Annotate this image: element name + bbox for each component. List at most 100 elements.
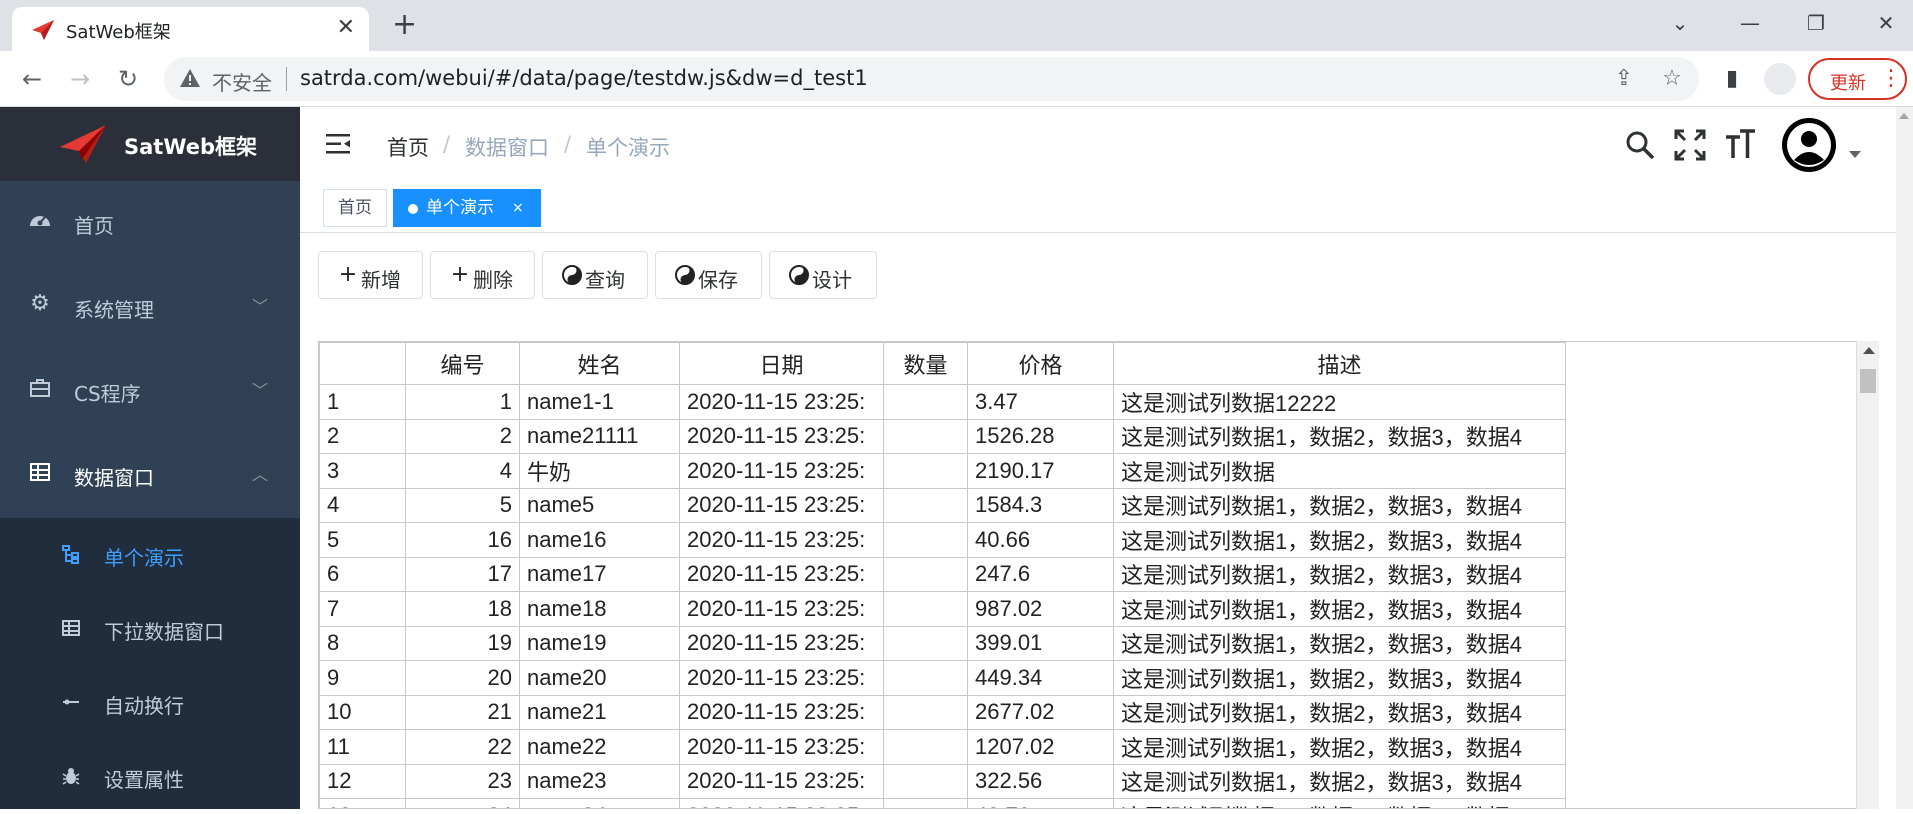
scroll-up-icon[interactable] bbox=[1863, 347, 1875, 354]
table-row[interactable]: 5 16 name16 2020-11-15 23:25: 40.66 这是测试列数据1，… bbox=[319, 522, 1566, 558]
table-cell[interactable]: 这是测试列数据 bbox=[1113, 453, 1566, 489]
profile-icon[interactable] bbox=[1764, 63, 1796, 95]
table-cell[interactable] bbox=[883, 418, 968, 454]
table-cell[interactable]: 2 bbox=[405, 418, 520, 454]
table-cell[interactable]: 2677.02 bbox=[967, 694, 1114, 730]
table-cell[interactable]: 2190.17 bbox=[967, 453, 1114, 489]
column-header[interactable]: 编号 bbox=[405, 342, 520, 385]
table-cell[interactable]: 这是测试列数据1，数据2，数据3，数据4 bbox=[1113, 763, 1566, 799]
table-cell[interactable]: 2020-11-15 23:25: bbox=[679, 798, 884, 808]
table-cell[interactable]: 2020-11-15 23:25: bbox=[679, 660, 884, 696]
table-cell[interactable] bbox=[883, 798, 968, 808]
table-cell[interactable]: 这是测试列数据1，数据2，数据3，数据4 bbox=[1113, 798, 1566, 808]
table-cell[interactable]: name5 bbox=[519, 487, 680, 523]
table-row[interactable]: 9 20 name20 2020-11-15 23:25: 449.34 这是测试列数据1… bbox=[319, 660, 1566, 696]
sidebar-subitem-set-properties[interactable]: 设置属性 bbox=[0, 740, 300, 814]
table-cell[interactable]: 2020-11-15 23:25: bbox=[679, 453, 884, 489]
side-panel-icon[interactable]: ▮ bbox=[1716, 63, 1748, 95]
browser-tab[interactable]: SatWeb框架 ✕ bbox=[12, 7, 369, 51]
table-cell[interactable]: 399.01 bbox=[967, 625, 1114, 661]
table-cell[interactable]: 24 bbox=[405, 798, 520, 808]
menu-fold-icon[interactable] bbox=[324, 131, 352, 157]
table-row[interactable]: 2 2 name21111 2020-11-15 23:25: 1526.28 这是测试列… bbox=[319, 418, 1566, 454]
table-cell[interactable]: 20 bbox=[405, 660, 520, 696]
table-cell[interactable]: 这是测试列数据1，数据2，数据3，数据4 bbox=[1113, 556, 1566, 592]
back-icon[interactable]: ← bbox=[14, 61, 50, 97]
table-cell[interactable]: 这是测试列数据1，数据2，数据3，数据4 bbox=[1113, 522, 1566, 558]
table-cell[interactable]: 这是测试列数据1，数据2，数据3，数据4 bbox=[1113, 625, 1566, 661]
table-cell[interactable] bbox=[883, 556, 968, 592]
table-cell[interactable] bbox=[883, 729, 968, 765]
table-cell[interactable]: name20 bbox=[519, 660, 680, 696]
table-cell[interactable]: 449.34 bbox=[967, 660, 1114, 696]
table-cell[interactable]: 2020-11-15 23:25: bbox=[679, 591, 884, 627]
grid-scrollbar[interactable] bbox=[1856, 341, 1879, 809]
table-row[interactable]: 1 1 name1-1 2020-11-15 23:25: 3.47 这是测试列数据122… bbox=[319, 384, 1566, 420]
window-close-icon[interactable]: ✕ bbox=[1866, 8, 1906, 38]
table-cell[interactable] bbox=[883, 522, 968, 558]
sidebar-item-home[interactable]: 首页 bbox=[0, 181, 300, 265]
table-row[interactable]: 12 23 name23 2020-11-15 23:25: 322.56 这是测试列数据… bbox=[319, 763, 1566, 799]
design-button[interactable]: 设计 bbox=[769, 251, 877, 299]
table-cell[interactable]: 这是测试列数据1，数据2，数据3，数据4 bbox=[1113, 660, 1566, 696]
table-cell[interactable] bbox=[883, 660, 968, 696]
minimize-icon[interactable]: — bbox=[1730, 8, 1770, 38]
table-cell[interactable]: 1526.28 bbox=[967, 418, 1114, 454]
table-cell[interactable]: name21 bbox=[519, 694, 680, 730]
column-header[interactable]: 描述 bbox=[1113, 342, 1566, 385]
table-cell[interactable]: 这是测试列数据1，数据2，数据3，数据4 bbox=[1113, 418, 1566, 454]
table-cell[interactable]: 19 bbox=[405, 625, 520, 661]
table-cell[interactable]: 2020-11-15 23:25: bbox=[679, 694, 884, 730]
table-row[interactable]: 11 22 name22 2020-11-15 23:25: 1207.02 这是测试列数… bbox=[319, 729, 1566, 765]
table-cell[interactable]: 2020-11-15 23:25: bbox=[679, 384, 884, 420]
table-cell[interactable]: name23 bbox=[519, 763, 680, 799]
table-cell[interactable]: 1207.02 bbox=[967, 729, 1114, 765]
sidebar-subitem-single-demo[interactable]: 单个演示 bbox=[0, 518, 300, 592]
tab-close-icon[interactable]: ✕ bbox=[337, 15, 355, 40]
table-row[interactable]: 6 17 name17 2020-11-15 23:25: 247.6 这是测试列数据1，… bbox=[319, 556, 1566, 592]
table-cell[interactable]: 这是测试列数据1，数据2，数据3，数据4 bbox=[1113, 487, 1566, 523]
table-cell[interactable] bbox=[883, 591, 968, 627]
table-cell[interactable]: 987.02 bbox=[967, 591, 1114, 627]
column-header[interactable]: 价格 bbox=[967, 342, 1114, 385]
fullscreen-icon[interactable] bbox=[1672, 127, 1708, 163]
table-cell[interactable]: 17 bbox=[405, 556, 520, 592]
breadcrumb-home[interactable]: 首页 bbox=[387, 132, 429, 162]
table-cell[interactable]: 21 bbox=[405, 694, 520, 730]
table-cell[interactable] bbox=[883, 694, 968, 730]
table-row[interactable]: 1324name242020-11-15 23:25: 40.76这是测试列数据1… bbox=[319, 798, 1566, 808]
sidebar-item-cs[interactable]: CS程序 ﹀ bbox=[0, 349, 300, 433]
table-cell[interactable]: 5 bbox=[405, 487, 520, 523]
table-cell[interactable]: 23 bbox=[405, 763, 520, 799]
table-row[interactable]: 10 21 name21 2020-11-15 23:25: 2677.02 这是测试列数… bbox=[319, 694, 1566, 730]
table-row[interactable]: 8 19 name19 2020-11-15 23:25: 399.01 这是测试列数据1… bbox=[319, 625, 1566, 661]
page-scrollbar[interactable] bbox=[1896, 107, 1913, 809]
table-cell[interactable] bbox=[883, 384, 968, 420]
reload-icon[interactable]: ↻ bbox=[110, 61, 146, 97]
url-text[interactable]: satrda.com/webui/#/data/page/testdw.js&d… bbox=[300, 66, 868, 90]
table-cell[interactable]: 这是测试列数据12222 bbox=[1113, 384, 1566, 420]
table-cell[interactable] bbox=[883, 487, 968, 523]
table-cell[interactable]: 18 bbox=[405, 591, 520, 627]
tag-home[interactable]: 首页 bbox=[323, 189, 387, 227]
sidebar-subitem-auto-wrap[interactable]: 自动换行 bbox=[0, 666, 300, 740]
caret-down-icon[interactable] bbox=[1849, 151, 1861, 158]
table-row[interactable]: 3 4 牛奶 2020-11-15 23:25: 2190.17 这是测试列数据 bbox=[319, 453, 1566, 489]
bookmark-star-icon[interactable]: ☆ bbox=[1658, 65, 1686, 93]
user-avatar[interactable] bbox=[1782, 118, 1836, 172]
table-cell[interactable]: 2020-11-15 23:25: bbox=[679, 522, 884, 558]
table-cell[interactable]: 这是测试列数据1，数据2，数据3，数据4 bbox=[1113, 694, 1566, 730]
column-header[interactable]: 数量 bbox=[883, 342, 968, 385]
table-cell[interactable]: 247.6 bbox=[967, 556, 1114, 592]
delete-button[interactable]: + 删除 bbox=[430, 251, 535, 299]
column-header[interactable] bbox=[319, 342, 406, 385]
table-cell[interactable]: 2020-11-15 23:25: bbox=[679, 729, 884, 765]
update-button[interactable]: 更新 ⋮ bbox=[1808, 58, 1907, 100]
address-bar[interactable]: 不安全 satrda.com/webui/#/data/page/testdw.… bbox=[164, 57, 1699, 101]
table-cell[interactable]: 2020-11-15 23:25: bbox=[679, 556, 884, 592]
table-cell[interactable] bbox=[883, 763, 968, 799]
save-button[interactable]: 保存 bbox=[655, 251, 762, 299]
table-cell[interactable]: name19 bbox=[519, 625, 680, 661]
tag-active[interactable]: 单个演示 × bbox=[393, 189, 541, 227]
new-tab-icon[interactable]: + bbox=[392, 8, 417, 42]
